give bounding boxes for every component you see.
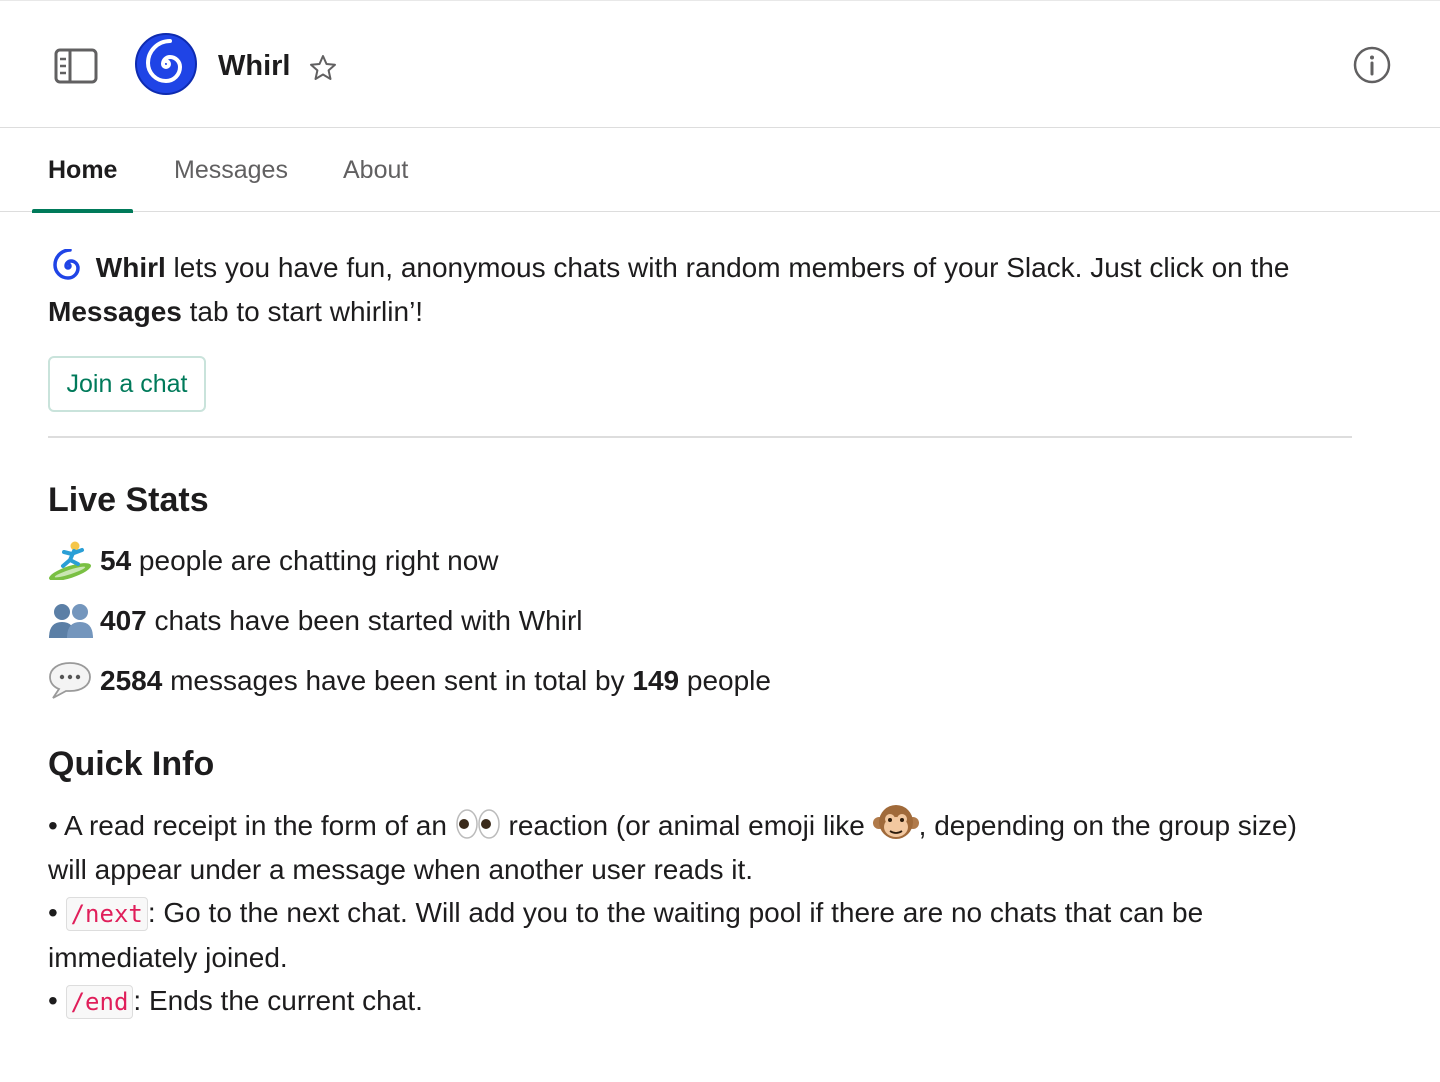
bullet: • <box>48 810 58 841</box>
stat-active-text: people are chatting right now <box>131 545 499 576</box>
surfer-emoji-icon <box>48 541 92 580</box>
read-receipt-text-1: A read receipt in the form of an <box>57 810 455 841</box>
star-icon[interactable] <box>308 53 338 83</box>
sidebar-toggle-icon[interactable] <box>54 48 98 84</box>
stat-active-value: 54 <box>100 545 132 576</box>
stat-chats-started: 407 chats have been started with Whirl <box>48 599 582 643</box>
end-command-code: /end <box>65 985 134 1019</box>
quick-info-item-next: • /next: Go to the next chat. Will add y… <box>48 891 1338 980</box>
app-header: Whirl <box>0 0 1440 128</box>
info-icon[interactable] <box>1352 45 1392 85</box>
stat-messages-sent: 2584 messages have been sent in total by… <box>48 659 771 703</box>
tab-home[interactable]: Home <box>32 128 134 213</box>
bullet: • <box>48 985 58 1016</box>
stat-chats-value: 407 <box>100 605 147 636</box>
intro-app-name: Whirl <box>95 252 166 283</box>
whirl-logo-icon <box>135 33 197 95</box>
stat-people-text: people <box>679 665 771 696</box>
eyes-emoji-icon <box>455 809 500 839</box>
busts-emoji-icon <box>49 604 93 638</box>
stat-people-value: 149 <box>632 665 680 696</box>
stat-chats-text: chats have been started with Whirl <box>146 605 583 636</box>
cyclone-emoji-icon <box>52 249 84 282</box>
intro-tab-name: Messages <box>48 296 182 327</box>
read-receipt-text-2: reaction (or animal emoji like <box>500 810 873 841</box>
divider <box>48 436 1352 438</box>
quick-info-heading: Quick Info <box>48 745 215 783</box>
tab-bar: Home Messages About <box>0 128 1440 213</box>
tab-messages[interactable]: Messages <box>158 128 304 212</box>
intro-text-1: lets you have fun, anonymous chats with … <box>165 252 1290 283</box>
stat-messages-value: 2584 <box>100 665 163 696</box>
quick-info-item-end: • /end: Ends the current chat. <box>48 979 1338 1024</box>
live-stats-heading: Live Stats <box>48 481 209 519</box>
speech-balloon-emoji-icon <box>49 662 91 699</box>
join-chat-button[interactable]: Join a chat <box>48 356 206 412</box>
app-title: Whirl <box>218 50 291 82</box>
stat-active-people: 54 people are chatting right now <box>48 539 499 583</box>
next-command-code: /next <box>65 897 148 931</box>
monkey-face-emoji-icon <box>872 805 919 839</box>
quick-info-item-read-receipt: • A read receipt in the form of an react… <box>48 803 1338 892</box>
bullet: • <box>48 897 58 928</box>
stat-messages-text: messages have been sent in total by <box>162 665 633 696</box>
intro-text-2: tab to start whirlin’! <box>181 296 424 327</box>
next-command-text: : Go to the next chat. Will add you to t… <box>48 897 1204 973</box>
tab-about[interactable]: About <box>327 128 424 212</box>
intro-text: Whirl lets you have fun, anonymous chats… <box>48 246 1338 334</box>
end-command-text: : Ends the current chat. <box>133 985 423 1016</box>
